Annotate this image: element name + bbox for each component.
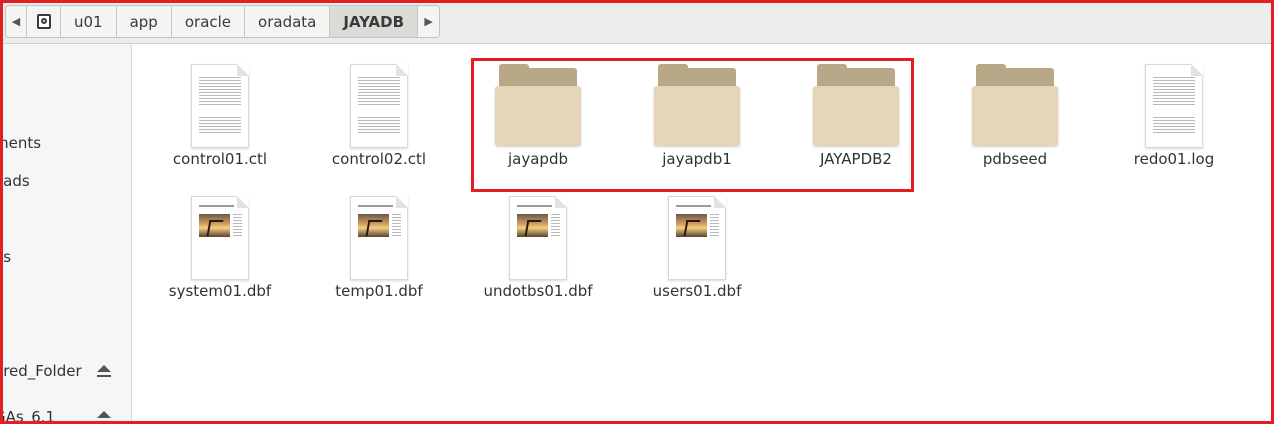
- path-crumb-oradata[interactable]: oradata: [245, 6, 331, 37]
- sidebar: t ments oads es s ared_Folder GAs_6.1: [0, 44, 132, 424]
- sidebar-item-downloads[interactable]: oads: [0, 172, 30, 190]
- file-name: users01.dbf: [652, 282, 742, 300]
- path-bar: ◀ u01 app oracle oradata JAYADB ▶: [5, 5, 441, 38]
- file-name: control01.ctl: [172, 150, 268, 168]
- sidebar-item-videos[interactable]: s: [0, 286, 2, 304]
- file-item[interactable]: redo01.log: [1099, 64, 1249, 168]
- file-item[interactable]: temp01.dbf: [304, 196, 454, 300]
- path-crumb-oracle[interactable]: oracle: [171, 6, 246, 37]
- eject-icon[interactable]: [97, 411, 111, 424]
- file-item[interactable]: control01.ctl: [145, 64, 295, 168]
- toolbar: ◀ u01 app oracle oradata JAYADB ▶: [0, 0, 1274, 44]
- folder-item[interactable]: pdbseed: [940, 64, 1090, 168]
- image-document-icon: [668, 196, 726, 280]
- file-name: undotbs01.dbf: [483, 282, 593, 300]
- file-item[interactable]: control02.ctl: [304, 64, 454, 168]
- file-name: system01.dbf: [168, 282, 272, 300]
- text-file-icon: [350, 64, 408, 148]
- root-drive-icon: [36, 14, 51, 29]
- folder-icon: [972, 64, 1058, 148]
- path-crumb-app[interactable]: app: [116, 6, 172, 37]
- file-name: temp01.dbf: [335, 282, 423, 300]
- sidebar-item-pictures[interactable]: es: [0, 248, 11, 266]
- sidebar-item-documents[interactable]: ments: [0, 134, 41, 152]
- path-crumb-u01[interactable]: u01: [61, 6, 117, 37]
- eject-icon[interactable]: [97, 365, 111, 379]
- text-file-icon: [1145, 64, 1203, 148]
- file-item[interactable]: users01.dbf: [622, 196, 772, 300]
- sidebar-item-shared-folder[interactable]: ared_Folder: [0, 362, 82, 380]
- text-file-icon: [191, 64, 249, 148]
- path-home-button[interactable]: [27, 6, 61, 37]
- folder-name: pdbseed: [982, 150, 1048, 168]
- highlight-box: [471, 58, 914, 192]
- file-name: redo01.log: [1133, 150, 1215, 168]
- image-document-icon: [350, 196, 408, 280]
- path-back-arrow[interactable]: ◀: [6, 6, 27, 37]
- file-name: control02.ctl: [331, 150, 427, 168]
- path-crumb-jayadb[interactable]: JAYADB: [330, 6, 419, 37]
- image-document-icon: [191, 196, 249, 280]
- file-item[interactable]: system01.dbf: [145, 196, 295, 300]
- file-item[interactable]: undotbs01.dbf: [463, 196, 613, 300]
- path-forward-arrow[interactable]: ▶: [418, 6, 440, 37]
- sidebar-item-vboxgas[interactable]: GAs_6.1: [0, 408, 55, 424]
- image-document-icon: [509, 196, 567, 280]
